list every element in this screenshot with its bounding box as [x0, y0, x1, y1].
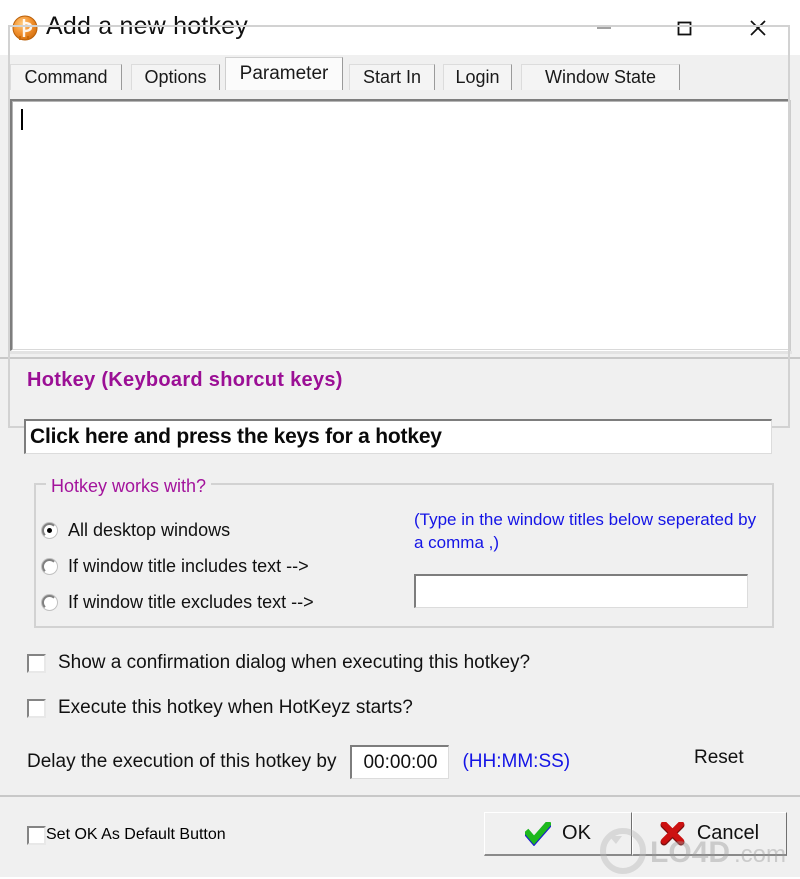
green-check-icon	[525, 821, 552, 846]
radio-icon	[42, 558, 57, 574]
checkbox-confirmation-dialog[interactable]: Show a confirmation dialog when executin…	[27, 651, 530, 675]
checkbox-icon	[27, 698, 46, 718]
cancel-button[interactable]: Cancel	[632, 812, 787, 856]
window-titles-input[interactable]	[414, 574, 748, 608]
tab-parameter[interactable]: Parameter	[225, 57, 343, 90]
checkbox-execute-on-start[interactable]: Execute this hotkey when HotKeyz starts?	[27, 696, 413, 720]
ok-button[interactable]: OK	[484, 812, 632, 856]
delay-time-input[interactable]: 00:00:00	[350, 745, 450, 779]
radio-title-includes-text[interactable]: If window title includes text -->	[42, 553, 309, 579]
footer-divider	[0, 795, 800, 797]
checkbox-label: Set OK As Default Button	[46, 826, 226, 843]
radio-all-desktop-windows[interactable]: All desktop windows	[42, 517, 230, 543]
hotkey-groupbox-legend: Hotkey (Keyboard shorcut keys)	[22, 369, 348, 392]
radio-icon-selected	[42, 522, 57, 538]
checkbox-label: Show a confirmation dialog when executin…	[58, 652, 531, 673]
radio-icon	[42, 594, 57, 610]
reset-button[interactable]: Reset	[694, 747, 744, 769]
delay-execution-row: Delay the execution of this hotkey by 00…	[27, 745, 570, 779]
hotkey-capture-input[interactable]: Click here and press the keys for a hotk…	[24, 419, 772, 454]
hotkey-groupbox	[8, 25, 790, 428]
radio-title-excludes-text[interactable]: If window title excludes text -->	[42, 589, 314, 615]
delay-format-hint: (HH:MM:SS)	[462, 751, 571, 772]
radio-label: If window title excludes text -->	[68, 591, 314, 612]
add-hotkey-dialog: Add a new hotkey Command Options Paramet…	[0, 0, 800, 877]
red-x-icon	[660, 821, 686, 846]
delay-label: Delay the execution of this hotkey by	[27, 751, 337, 772]
cancel-button-label: Cancel	[696, 822, 760, 844]
radio-label: All desktop windows	[68, 519, 231, 540]
checkbox-icon	[27, 653, 46, 673]
ok-button-label: OK	[562, 822, 591, 844]
window-titles-hint: (Type in the window titles below seperat…	[414, 510, 757, 552]
checkbox-set-ok-default[interactable]: Set OK As Default Button	[27, 823, 226, 847]
works-with-legend: Hotkey works with?	[46, 476, 212, 497]
checkbox-label: Execute this hotkey when HotKeyz starts?	[58, 697, 413, 718]
hotkey-capture-value: Click here and press the keys for a hotk…	[30, 425, 442, 448]
radio-label: If window title includes text -->	[68, 555, 309, 576]
checkbox-icon	[27, 825, 46, 845]
